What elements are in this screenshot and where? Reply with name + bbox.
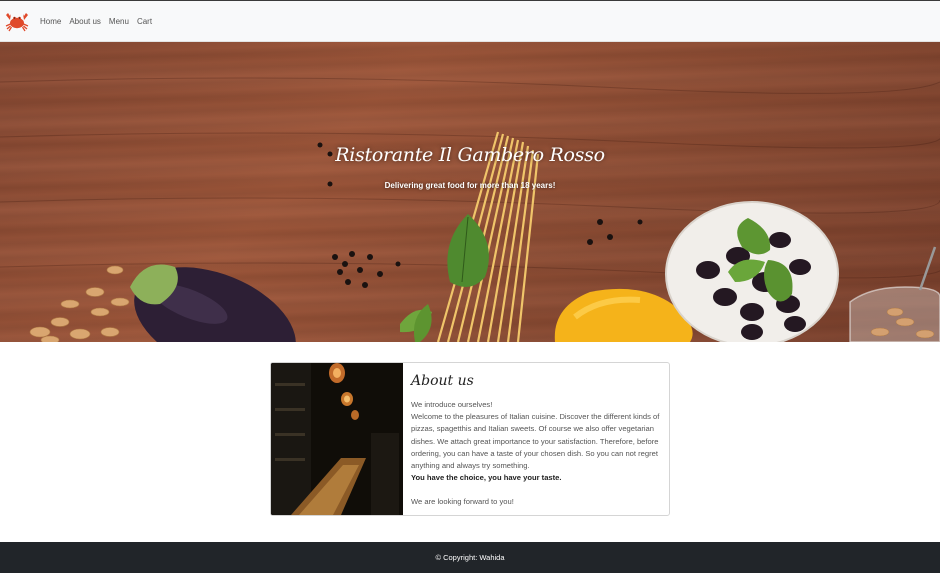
about-emphasis: You have the choice, you have your taste… [411, 473, 562, 483]
nav-home-link[interactable]: Home [40, 17, 61, 26]
footer: © Copyright: Wahida [0, 542, 940, 573]
nav-about-link[interactable]: About us [69, 17, 101, 26]
about-card: About us We introduce ourselves! Welcome… [270, 362, 670, 516]
about-paragraph: Welcome to the pleasures of Italian cuis… [411, 412, 660, 471]
navbar: Home About us Menu Cart [0, 0, 940, 42]
about-text: We introduce ourselves! Welcome to the p… [411, 399, 661, 509]
restaurant-interior-image [271, 363, 403, 515]
hero-subtitle: Delivering great food for more than 18 y… [384, 181, 556, 190]
about-closing: We are looking forward to you! [411, 497, 514, 507]
nav-cart-link[interactable]: Cart [137, 17, 152, 26]
hero-title: Ristorante Il Gambero Rosso [335, 144, 605, 166]
hero-banner: Ristorante Il Gambero Rosso Delivering g… [0, 42, 940, 342]
hero-food-image [0, 77, 940, 342]
about-intro: We introduce ourselves! [411, 400, 493, 409]
nav-menu-link[interactable]: Menu [109, 17, 129, 26]
about-title: About us [411, 373, 474, 389]
about-card-body: About us We introduce ourselves! Welcome… [403, 363, 669, 515]
footer-copyright: © Copyright: Wahida [435, 553, 505, 562]
crab-icon[interactable] [4, 8, 30, 34]
